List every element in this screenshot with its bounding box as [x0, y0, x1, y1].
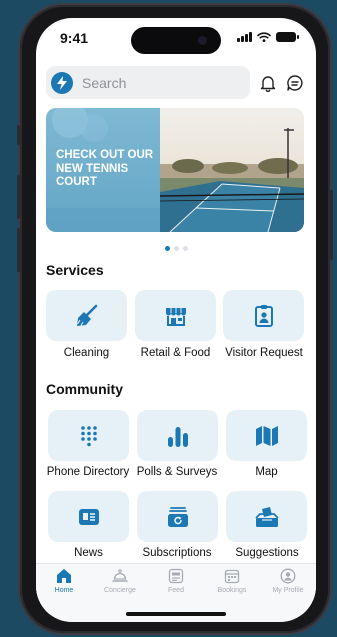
chat-icon[interactable] — [285, 73, 305, 93]
community-tile-suggestions[interactable] — [226, 491, 307, 542]
community-label-news: News — [74, 547, 103, 559]
service-tile-retail-food[interactable] — [135, 290, 216, 341]
tab-label: Concierge — [104, 587, 136, 594]
status-bar: 9:41 — [36, 18, 316, 62]
carousel-dot[interactable] — [182, 246, 188, 251]
carousel-dots — [36, 246, 316, 251]
dynamic-island — [131, 27, 221, 54]
tab-home[interactable]: Home — [36, 568, 92, 594]
community-label-subscriptions: Subscriptions — [142, 547, 212, 559]
feed-icon — [168, 568, 184, 584]
community-label-suggestions: Suggestions — [235, 547, 299, 559]
battery-icon — [276, 32, 299, 42]
status-time: 9:41 — [60, 30, 89, 46]
phone-side-button — [330, 190, 333, 260]
search-input[interactable]: Search — [46, 66, 250, 99]
services-title: Services — [46, 262, 104, 278]
tab-label: Bookings — [217, 587, 247, 594]
bell-icon[interactable] — [258, 73, 278, 93]
status-icons — [237, 32, 299, 42]
bar-chart-icon — [167, 426, 188, 447]
phone-screen: 9:41 Search CHECK OUT OUR NEW TENNIS COU… — [36, 18, 316, 622]
community-tile-phone-directory[interactable] — [48, 410, 129, 461]
tab-label: Home — [54, 587, 74, 594]
tab-label: Feed — [168, 587, 184, 594]
community-tile-subscriptions[interactable] — [137, 491, 218, 542]
community-tile-map[interactable] — [226, 410, 307, 461]
community-label-map: Map — [255, 466, 278, 478]
tab-feed[interactable]: Feed — [148, 568, 204, 594]
camera-dot — [198, 36, 207, 45]
subscription-icon — [167, 506, 188, 527]
tab-label: My Profile — [272, 587, 304, 594]
tennis-court-photo — [160, 108, 304, 232]
dialpad-icon — [80, 425, 97, 446]
phone-side-button — [17, 228, 20, 272]
app-logo-icon — [51, 71, 73, 94]
tab-concierge[interactable]: Concierge — [92, 568, 148, 594]
banner-headline: CHECK OUT OUR NEW TENNIS COURT — [56, 149, 154, 188]
news-icon — [78, 508, 99, 525]
community-label-polls-surveys: Polls & Surveys — [136, 466, 218, 478]
concierge-bell-icon — [112, 569, 128, 582]
phone-side-button — [17, 125, 20, 145]
calendar-icon — [224, 569, 240, 584]
home-indicator — [126, 612, 226, 616]
community-tile-polls-surveys[interactable] — [137, 410, 218, 461]
carousel-dot-active[interactable] — [164, 246, 170, 251]
profile-icon — [280, 568, 296, 584]
service-tile-visitor-request[interactable] — [223, 290, 304, 341]
broom-icon — [76, 304, 97, 326]
service-label-retail-food: Retail & Food — [140, 347, 211, 359]
search-placeholder: Search — [82, 74, 127, 91]
home-icon — [57, 569, 71, 583]
tab-my-profile[interactable]: My Profile — [260, 568, 316, 594]
phone-side-button — [17, 175, 20, 219]
community-tile-news[interactable] — [48, 491, 129, 542]
service-label-cleaning: Cleaning — [63, 347, 110, 359]
community-label-phone-directory: Phone Directory — [46, 466, 130, 478]
signal-icon — [237, 32, 252, 42]
service-tile-cleaning[interactable] — [46, 290, 127, 341]
community-title: Community — [46, 381, 123, 397]
promo-banner[interactable]: CHECK OUT OUR NEW TENNIS COURT — [46, 108, 304, 232]
service-label-visitor-request: Visitor Request — [225, 347, 303, 359]
badge-icon — [254, 304, 273, 327]
storefront-icon — [165, 307, 186, 326]
wifi-icon — [257, 32, 271, 42]
tab-bar: Home Concierge Feed Bookings My Profile — [36, 563, 316, 622]
ballot-box-icon — [254, 506, 279, 527]
map-icon — [255, 425, 278, 446]
tab-bookings[interactable]: Bookings — [204, 568, 260, 594]
carousel-dot[interactable] — [173, 246, 179, 251]
